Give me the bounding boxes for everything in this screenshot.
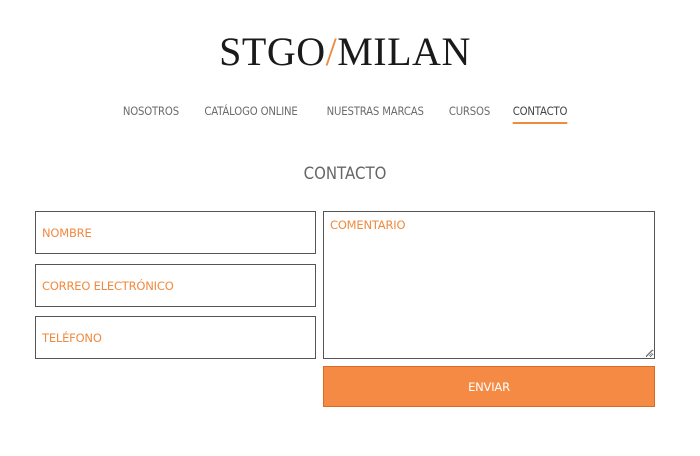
phone-field[interactable]: [35, 316, 316, 359]
submit-button[interactable]: ENVIAR: [323, 366, 655, 407]
logo-part-milan: MILAN: [337, 29, 471, 74]
nav-item-cursos[interactable]: CURSOS: [449, 104, 490, 124]
email-field[interactable]: [35, 264, 316, 307]
main-nav: NOSOTROS CATÁLOGO ONLINE NUESTRAS MARCAS…: [0, 104, 690, 124]
nav-item-contacto[interactable]: CONTACTO: [512, 104, 567, 124]
comment-field[interactable]: [323, 211, 655, 359]
logo-slash: /: [325, 29, 338, 74]
site-logo[interactable]: STGO/MILAN: [0, 30, 690, 74]
name-field[interactable]: [35, 211, 316, 254]
nav-item-catalogo-online[interactable]: CATÁLOGO ONLINE: [204, 104, 297, 124]
page-title: CONTACTO: [303, 164, 387, 184]
nav-item-nosotros[interactable]: NOSOTROS: [123, 104, 179, 124]
logo-part-stgo: STGO: [219, 29, 326, 74]
nav-item-nuestras-marcas[interactable]: NUESTRAS MARCAS: [326, 104, 423, 124]
